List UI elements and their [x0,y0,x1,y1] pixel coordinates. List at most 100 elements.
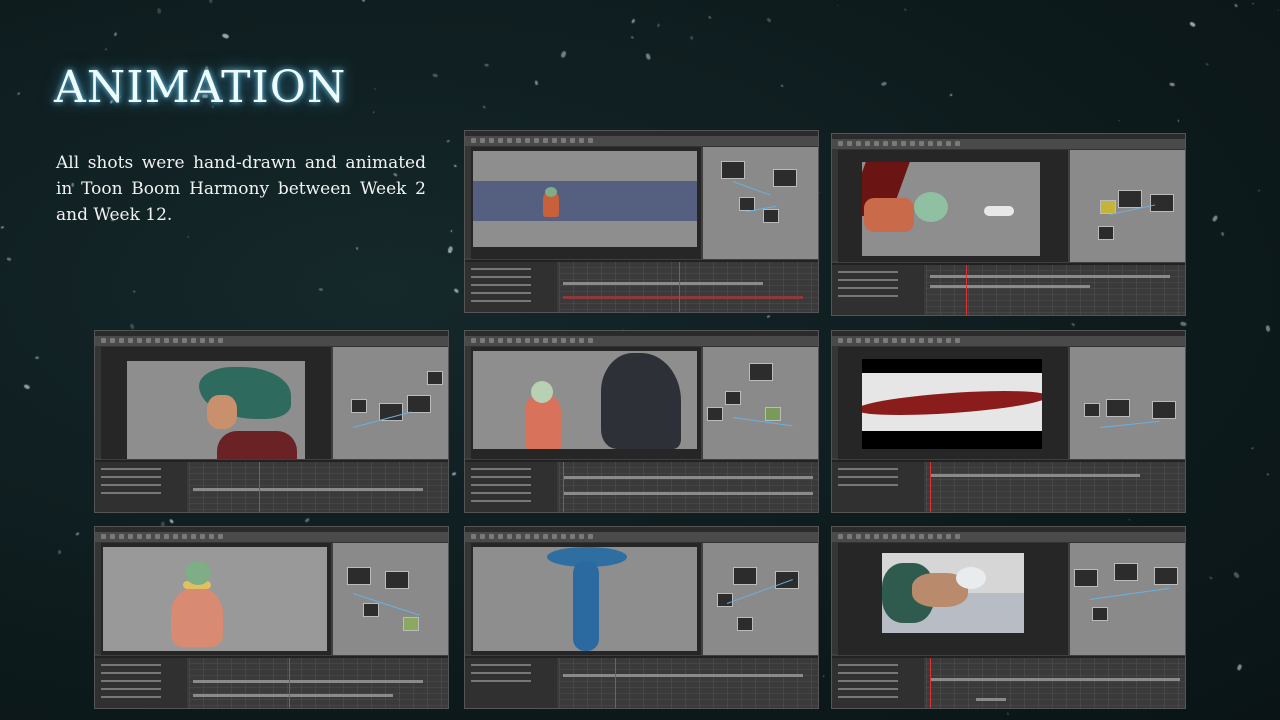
exposure-grid [559,262,818,312]
character-hood [185,561,211,585]
stage-area [103,547,327,651]
shot-2-screenshot[interactable] [831,133,1186,316]
toolbar [95,336,448,347]
node [1106,399,1130,417]
layer-list [832,462,924,512]
node [1100,200,1116,214]
playhead[interactable] [289,658,290,708]
toolbar [465,532,818,543]
shot-3-screenshot[interactable] [94,330,449,513]
node [763,209,779,223]
exposure-grid [559,658,818,708]
character-head [545,187,557,197]
shot-7-screenshot[interactable] [464,526,819,709]
camera-view [101,347,331,459]
exposure-grid [926,265,1185,315]
playhead[interactable] [259,462,260,512]
node [1074,569,1098,587]
timeline-panel [465,656,818,708]
stage-area [473,351,697,449]
character-hood [914,192,948,222]
exposure-grid [926,658,1185,708]
exposure-grid [559,462,818,512]
node-view [703,347,818,459]
toolbar [465,336,818,347]
layer-list [95,462,187,512]
node-view [1070,347,1185,459]
ferret-figure [984,206,1014,216]
stage-area [862,359,1042,449]
wolf-silhouette [601,353,681,449]
shot-8-screenshot[interactable] [831,526,1186,709]
node-view [703,147,818,259]
node-view [1070,150,1185,262]
node-view [333,347,448,459]
layer-list [465,262,557,312]
node [1114,563,1138,581]
timeline-panel [95,656,448,708]
node [1098,226,1114,240]
slide-description: All shots were hand-drawn and animated i… [56,153,426,225]
node [1092,607,1108,621]
stage-area [882,553,1024,633]
layer-list [832,265,924,315]
playhead[interactable] [563,462,564,512]
slide-title: ANIMATION [54,62,347,113]
node [707,407,723,421]
character-body [864,198,914,232]
river-band [473,181,697,221]
layer-list [465,462,557,512]
playhead[interactable] [930,462,931,512]
exposure-grid [189,462,448,512]
camera-view [838,543,1068,655]
timeline-panel [465,460,818,512]
stage-area [127,361,305,459]
node [765,407,781,421]
node [733,567,757,585]
node [403,617,419,631]
blue-plume-stem [573,561,599,651]
toolbar [832,336,1185,347]
node [1152,401,1176,419]
pink-cloak [171,587,223,647]
playhead[interactable] [966,265,967,315]
node-view [703,543,818,655]
layer-list [95,658,187,708]
node [717,593,733,607]
node [737,617,753,631]
node [427,371,443,385]
camera-view [471,543,701,655]
layer-list [832,658,924,708]
node [725,391,741,405]
node [347,567,371,585]
toolbar [95,532,448,543]
exposure-grid [189,658,448,708]
playhead[interactable] [679,262,680,312]
shot-1-screenshot[interactable] [464,130,819,313]
playhead[interactable] [930,658,931,708]
toolbar [832,532,1185,543]
stage-area [862,162,1040,256]
camera-view [471,347,701,459]
oxygen-mask [956,567,986,589]
timeline-panel [832,263,1185,315]
timeline-panel [465,260,818,312]
camera-view [838,347,1068,459]
node-wire [1099,420,1160,428]
node-view [333,543,448,655]
camera-view [471,147,701,259]
node [1150,194,1174,212]
stage-area [473,547,697,651]
shot-5-screenshot[interactable] [831,330,1186,513]
stage-area [473,151,697,247]
exposure-grid [926,462,1185,512]
layer-list [465,658,557,708]
shot-6-screenshot[interactable] [94,526,449,709]
shot-4-screenshot[interactable] [464,330,819,513]
node [773,169,797,187]
playhead[interactable] [615,658,616,708]
timeline-panel [832,460,1185,512]
camera-view [101,543,331,655]
node [363,603,379,617]
node-view [1070,543,1185,655]
